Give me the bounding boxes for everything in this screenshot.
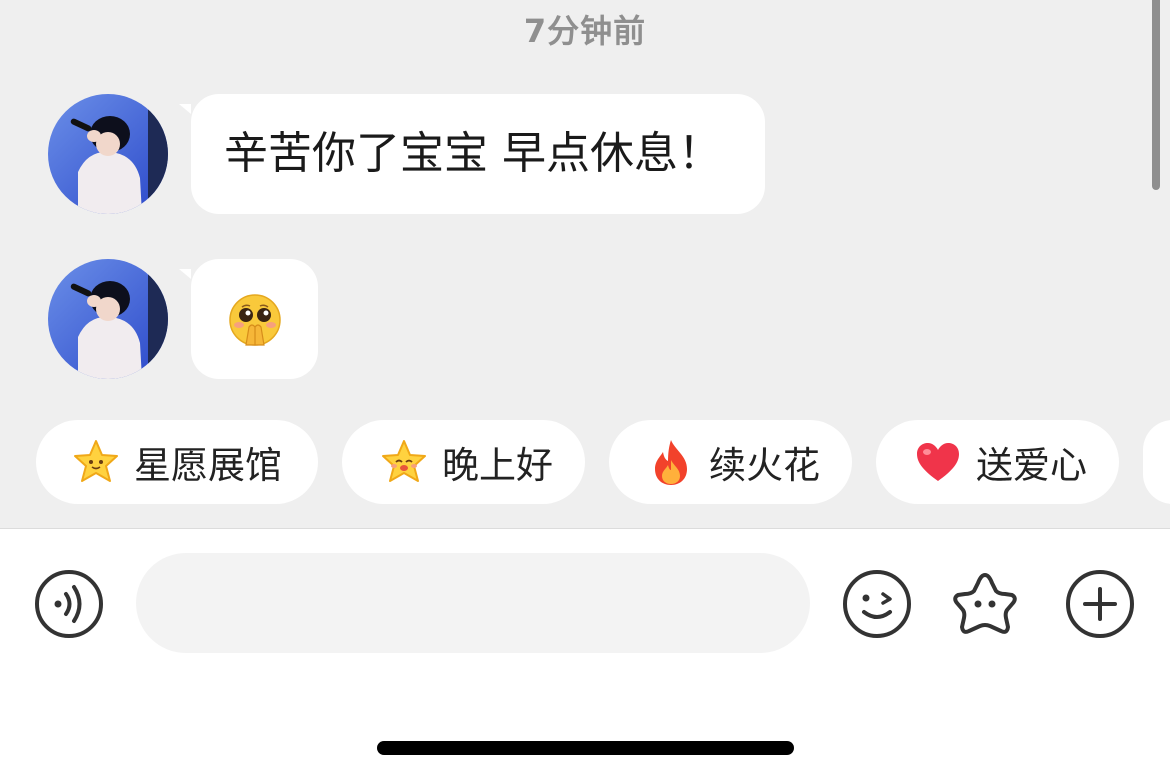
avatar[interactable] [48, 94, 168, 214]
quick-reply-chip[interactable]: 送爱心 [876, 420, 1119, 504]
smiling-star-icon [380, 438, 428, 486]
star-face-icon[interactable] [950, 569, 1020, 639]
home-indicator [377, 741, 794, 755]
message-text: 辛苦你了宝宝 早点休息！ [224, 128, 722, 179]
quick-reply-label: 星愿展馆 [134, 444, 282, 487]
quick-reply-label: 晚上好 [442, 444, 553, 487]
quick-reply-chip[interactable]: 星愿展馆 [36, 420, 318, 504]
chat-area[interactable]: 7分钟前 辛苦你了宝宝 早点休息！ 星愿展馆 晚上好 续火花 送爱心 [0, 0, 1170, 528]
message-timestamp: 7分钟前 [523, 12, 647, 50]
quick-reply-chip[interactable]: 晚上好 [342, 420, 585, 504]
bubble-tail [179, 269, 191, 279]
message-input[interactable] [136, 553, 810, 653]
quick-reply-label: 送爱心 [976, 444, 1087, 487]
voice-icon[interactable] [34, 569, 104, 639]
star-icon [72, 438, 120, 486]
message-bubble[interactable]: 辛苦你了宝宝 早点休息！ [179, 94, 765, 214]
heart-icon [914, 438, 962, 486]
sticker-bubble[interactable] [179, 259, 318, 379]
quick-reply-bar: 星愿展馆 晚上好 续火花 送爱心 [0, 420, 1170, 504]
avatar[interactable] [48, 259, 168, 379]
plus-icon[interactable] [1065, 569, 1135, 639]
wink-emoji-icon[interactable] [842, 569, 912, 639]
fire-icon [647, 438, 695, 486]
pleading-face-emoji [228, 293, 282, 347]
bubble-tail [179, 104, 191, 114]
quick-reply-chip[interactable]: 续火花 [609, 420, 852, 504]
quick-reply-chip[interactable] [1143, 420, 1170, 504]
quick-reply-label: 续火花 [709, 444, 820, 487]
